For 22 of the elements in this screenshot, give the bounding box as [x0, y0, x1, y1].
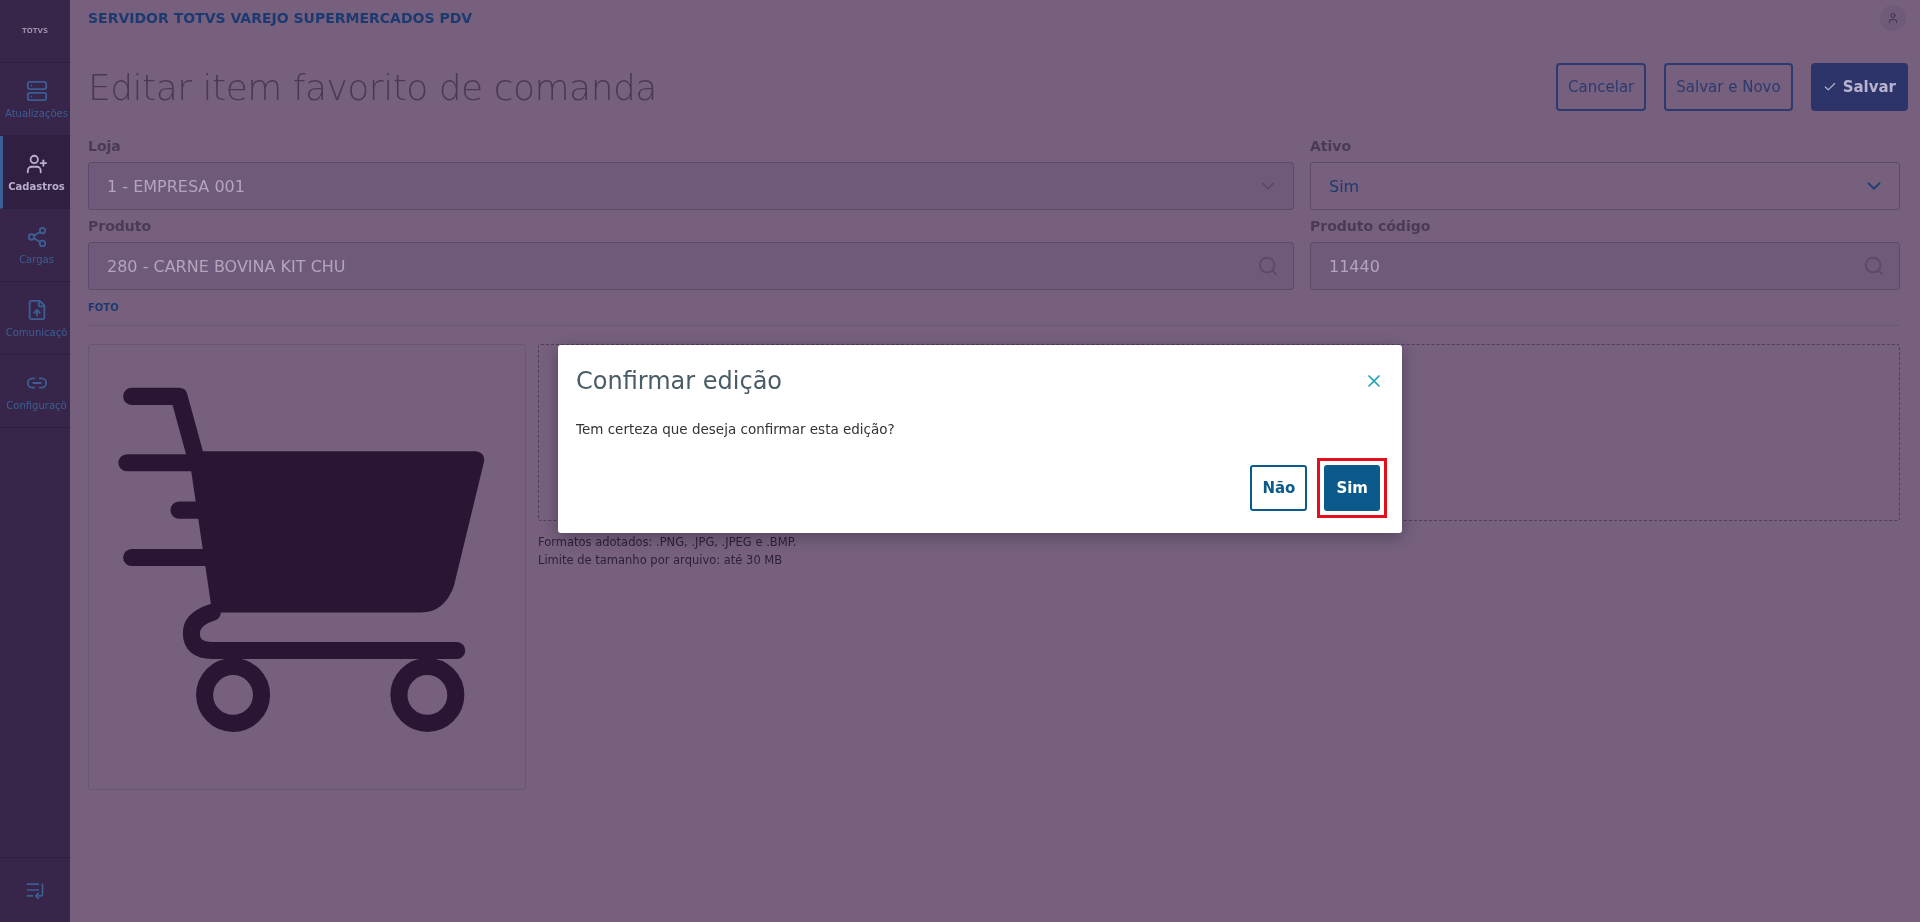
add-user-icon — [25, 152, 48, 175]
upload-hint: Limite de tamanho por arquivo: até 30 MB — [538, 553, 784, 567]
upload-hint: Formatos adotados: .PNG, .JPG, .JPEG e .BMP. — [538, 535, 798, 549]
dialog-button[interactable]: Sim — [1324, 465, 1380, 511]
section-label: FOTO — [88, 302, 120, 313]
collapse-menu-icon[interactable] — [25, 880, 45, 900]
sidebar-item[interactable]: Configuraçõ — [0, 355, 70, 428]
share-icon — [25, 225, 48, 248]
server-icon — [25, 79, 48, 102]
sidebar-item[interactable]: Comunicaçõ — [0, 282, 70, 355]
sidebar-item[interactable]: Cadastros — [0, 136, 70, 209]
action-button[interactable]: Salvar e Novo — [1664, 63, 1793, 111]
server-title: SERVIDOR TOTVS VAREJO SUPERMERCADOS PDV — [88, 10, 473, 26]
select-field[interactable]: Sim — [1310, 162, 1900, 210]
user-avatar[interactable] — [1880, 5, 1906, 31]
dialog-message: Tem certeza que deseja confirmar esta edição? — [576, 421, 896, 437]
dialog-title: Confirmar edição — [576, 367, 783, 395]
dialog-button[interactable]: Não — [1250, 465, 1308, 511]
action-button[interactable]: Salvar — [1810, 63, 1908, 111]
action-button[interactable]: Cancelar — [1556, 63, 1647, 111]
check-icon — [1822, 80, 1837, 94]
sidebar-item[interactable]: Cargas — [0, 209, 70, 282]
